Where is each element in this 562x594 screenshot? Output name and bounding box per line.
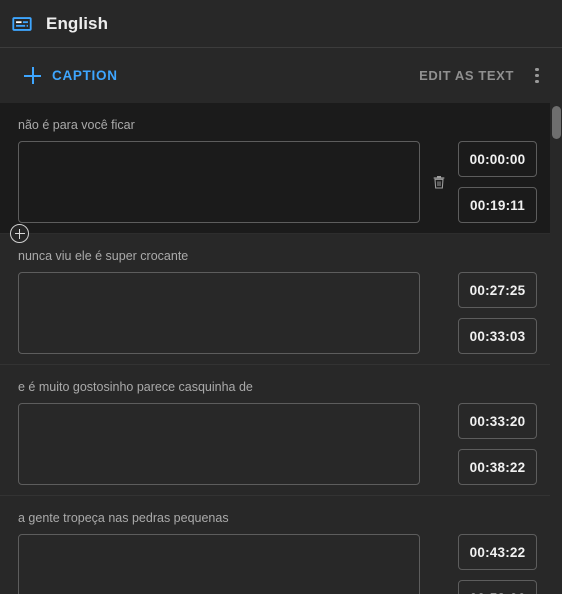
caption-transcript-text: a gente tropeça nas pedras pequenas [18, 511, 229, 525]
caption-time-column [458, 403, 537, 485]
caption-time-column [458, 534, 537, 594]
caption-time-column [458, 272, 537, 354]
insert-caption-button[interactable] [10, 224, 29, 243]
caption-input[interactable] [18, 141, 420, 223]
caption-row-body [0, 403, 562, 485]
kebab-dot [535, 80, 539, 84]
caption-row-body [0, 534, 562, 594]
closed-caption-icon [10, 12, 34, 36]
kebab-dot [535, 67, 539, 71]
caption-input[interactable] [18, 272, 420, 354]
caption-delete-column [420, 403, 458, 485]
caption-row[interactable]: não é para você ficar [0, 103, 550, 243]
plus-icon [24, 67, 41, 84]
caption-row-body [0, 272, 562, 354]
caption-input[interactable] [18, 403, 420, 485]
add-caption-button[interactable]: CAPTION [22, 63, 120, 88]
caption-transcript-text: não é para você ficar [18, 118, 135, 132]
caption-row[interactable]: nunca viu ele é super crocante [0, 234, 562, 365]
caption-time-column [458, 141, 537, 223]
kebab-dot [535, 73, 539, 78]
caption-end-time[interactable] [458, 449, 537, 485]
caption-start-time[interactable] [458, 403, 537, 439]
caption-end-time[interactable] [458, 580, 537, 594]
caption-input[interactable] [18, 534, 420, 594]
edit-as-text-button[interactable]: EDIT AS TEXT [415, 63, 518, 88]
caption-transcript-text: nunca viu ele é super crocante [18, 249, 189, 263]
caption-start-time[interactable] [458, 272, 537, 308]
caption-end-time[interactable] [458, 318, 537, 354]
caption-list-scrollbar[interactable] [550, 103, 562, 594]
trash-icon[interactable] [428, 171, 450, 193]
caption-row[interactable]: e é muito gostosinho parece casquinha de [0, 365, 562, 496]
caption-transcript-text: e é muito gostosinho parece casquinha de [18, 380, 253, 394]
caption-delete-column [420, 272, 458, 354]
caption-row[interactable]: a gente tropeça nas pedras pequenas [0, 496, 562, 594]
caption-toolbar: CAPTION EDIT AS TEXT [0, 48, 562, 103]
more-vert-icon[interactable] [522, 61, 552, 91]
caption-start-time[interactable] [458, 141, 537, 177]
caption-start-time[interactable] [458, 534, 537, 570]
caption-row-body [0, 141, 550, 223]
add-caption-label: CAPTION [52, 68, 118, 83]
caption-list[interactable]: não é para você ficar nunca viu ele é s [0, 103, 562, 594]
caption-delete-column [420, 141, 458, 223]
caption-end-time[interactable] [458, 187, 537, 223]
caption-delete-column [420, 534, 458, 594]
page-title: English [46, 13, 109, 33]
scrollbar-thumb[interactable] [552, 106, 561, 139]
app-header: English [0, 0, 562, 48]
